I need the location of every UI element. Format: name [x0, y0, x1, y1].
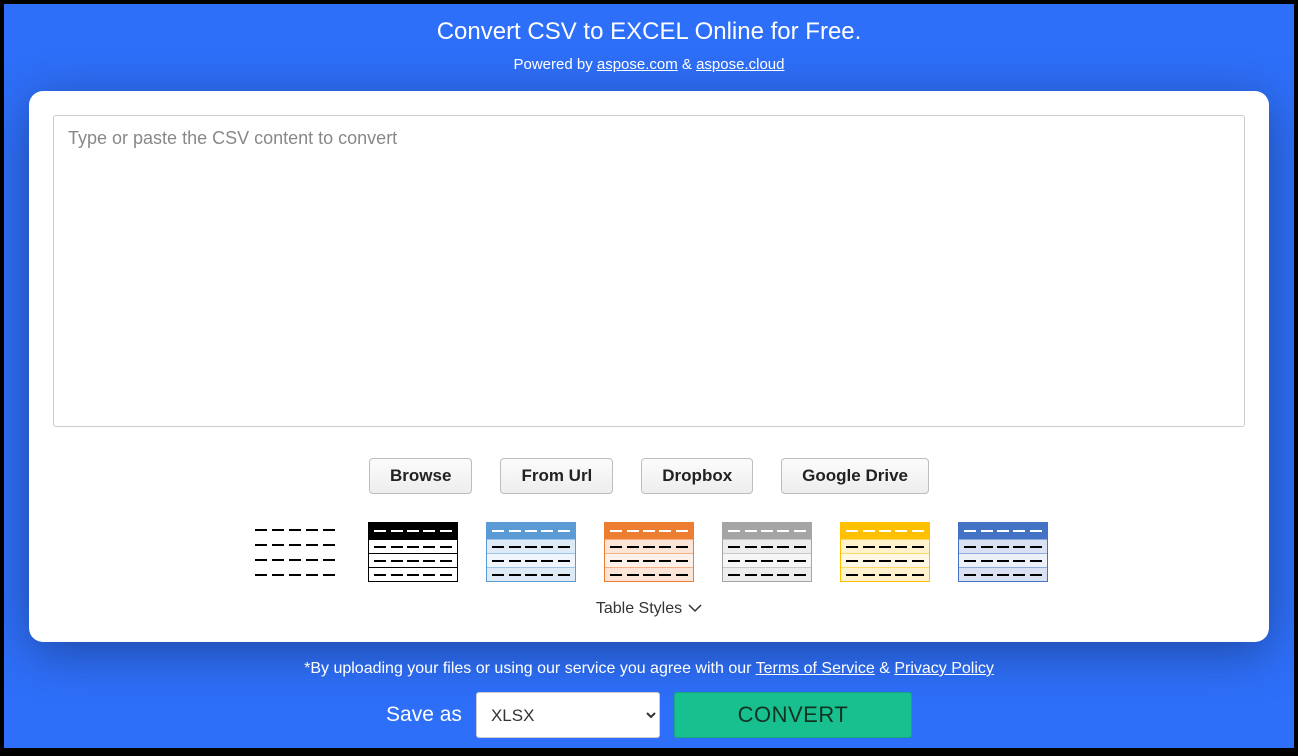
- table-styles-toggle[interactable]: Table Styles: [53, 600, 1245, 618]
- terms-link[interactable]: Terms of Service: [756, 660, 875, 677]
- csv-input[interactable]: [53, 115, 1245, 427]
- converter-card: Browse From Url Dropbox Google Drive: [29, 91, 1269, 642]
- aspose-cloud-link[interactable]: aspose.cloud: [696, 56, 784, 73]
- table-style-orange[interactable]: [604, 522, 694, 582]
- format-select[interactable]: XLSX: [476, 692, 660, 738]
- powered-prefix: Powered by: [513, 56, 596, 73]
- privacy-link[interactable]: Privacy Policy: [894, 660, 994, 677]
- disclaimer-prefix: *By uploading your files or using our se…: [304, 660, 756, 677]
- aspose-com-link[interactable]: aspose.com: [597, 56, 678, 73]
- from-url-button[interactable]: From Url: [500, 458, 613, 494]
- convert-button[interactable]: CONVERT: [674, 692, 912, 738]
- dropbox-button[interactable]: Dropbox: [641, 458, 753, 494]
- powered-by: Powered by aspose.com & aspose.cloud: [4, 56, 1294, 73]
- table-style-gray[interactable]: [722, 522, 812, 582]
- table-style-darkblue[interactable]: [958, 522, 1048, 582]
- source-buttons: Browse From Url Dropbox Google Drive: [53, 458, 1245, 494]
- save-row: Save as XLSX CONVERT: [4, 692, 1294, 738]
- disclaimer: *By uploading your files or using our se…: [4, 660, 1294, 678]
- table-styles-text: Table Styles: [596, 600, 682, 618]
- chevron-down-icon: [688, 600, 702, 618]
- table-style-black[interactable]: [368, 522, 458, 582]
- save-as-label: Save as: [386, 703, 462, 727]
- browse-button[interactable]: Browse: [369, 458, 472, 494]
- table-styles-row: [53, 522, 1245, 582]
- page-title: Convert CSV to EXCEL Online for Free.: [4, 18, 1294, 46]
- table-style-none[interactable]: [250, 522, 340, 582]
- amp-2: &: [875, 660, 895, 677]
- table-style-blue[interactable]: [486, 522, 576, 582]
- google-drive-button[interactable]: Google Drive: [781, 458, 929, 494]
- amp-1: &: [678, 56, 696, 73]
- table-style-gold[interactable]: [840, 522, 930, 582]
